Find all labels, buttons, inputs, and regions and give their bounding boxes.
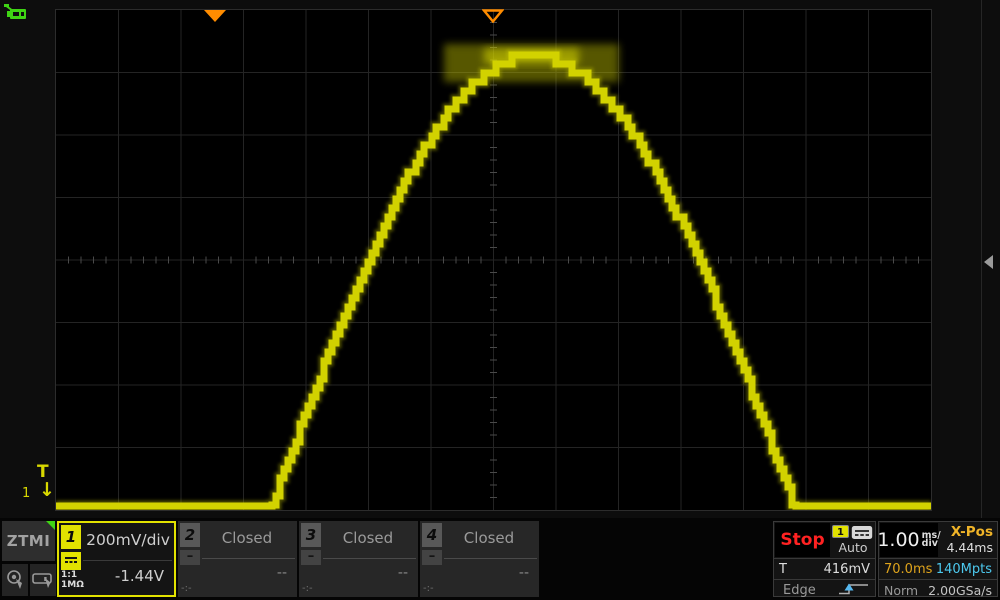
- sample-info-row[interactable]: Norm 2.00GSa/s: [879, 579, 997, 597]
- channel-3-status: Closed: [323, 529, 413, 547]
- divider: [202, 558, 295, 559]
- channel-1-probe-ratio: 1:1: [61, 570, 84, 580]
- trigger-position-marker-icon[interactable]: [204, 10, 226, 22]
- trigger-status-box: Stop 1 Auto T 416mV Edge: [773, 521, 876, 597]
- channel-4-badge: 4: [422, 523, 442, 547]
- rising-edge-icon: [838, 582, 870, 596]
- sample-rate: 2.00GSa/s: [928, 583, 992, 598]
- channel-2-value: --: [277, 565, 287, 581]
- channel-1-offset: -1.44V: [115, 567, 164, 585]
- channel-2-coupling-badge: –: [180, 550, 200, 565]
- xpos-value: 4.44ms: [939, 540, 997, 555]
- horizontal-position[interactable]: X-Pos 4.44ms: [939, 523, 997, 557]
- touch-menu-button[interactable]: [30, 564, 56, 596]
- status-bar: ZTMI 1: [0, 518, 1000, 600]
- xpos-label: X-Pos: [939, 523, 997, 540]
- channel1-position-marker[interactable]: 1: [22, 486, 30, 501]
- graticule: [56, 10, 931, 510]
- trigger-sweep-mode[interactable]: Auto: [830, 540, 876, 555]
- divider: [323, 558, 416, 559]
- memory-depth: 140Mpts: [936, 562, 992, 577]
- trigger-coupling-dc-icon: [851, 525, 873, 540]
- trigger-level-label: T: [779, 562, 787, 577]
- display-frame: T ↓ 1: [0, 0, 1000, 518]
- channel-4-value: --: [519, 565, 529, 581]
- logo-corner-badge: [46, 521, 55, 530]
- divider: [83, 560, 172, 561]
- channel-1-impedance: 1MΩ: [61, 580, 84, 590]
- channel-2-status: Closed: [202, 529, 292, 547]
- timebase-unit-bottom: div: [922, 538, 938, 549]
- waveform-display: [55, 9, 932, 511]
- channel-4-extra: -:-: [423, 583, 434, 594]
- channel-2-box[interactable]: 2 – Closed -- -:-: [178, 521, 297, 597]
- channel-4-box[interactable]: 4 – Closed -- -:-: [420, 521, 539, 597]
- capture-info-row[interactable]: 70.0ms 140Mpts: [879, 558, 997, 579]
- timebase-button[interactable]: 1.00 ms/ div: [880, 523, 938, 557]
- trigger-type-row[interactable]: Edge: [774, 579, 875, 597]
- channel-2-badge: 2: [180, 523, 200, 547]
- acquisition-mode: Norm: [884, 583, 918, 598]
- run-state-button[interactable]: Stop: [775, 523, 830, 557]
- trigger-level-row[interactable]: T 416mV: [774, 558, 875, 579]
- trigger-level-value: 416mV: [824, 562, 870, 577]
- channel-1-scale: 200mV/div: [83, 531, 173, 549]
- trigger-source-channel-badge: 1: [832, 525, 849, 538]
- gesture-lock-button[interactable]: [2, 564, 28, 596]
- channel-3-value: --: [398, 565, 408, 581]
- channel-1-coupling-dc-icon: [61, 552, 81, 570]
- divider: [444, 558, 537, 559]
- timebase-value: 1.00: [877, 529, 919, 551]
- channel-1-badge: 1: [61, 525, 81, 549]
- trigger-source[interactable]: 1: [832, 525, 874, 540]
- acquisition-box: 1.00 ms/ div X-Pos 4.44ms 70.0ms 140Mpts…: [878, 521, 998, 597]
- offscreen-arrow-icon: ↓: [39, 479, 55, 501]
- delay-reference-marker-icon[interactable]: [482, 9, 504, 23]
- oscilloscope-screen: T ↓ 1 ZTMI 1: [0, 0, 1000, 600]
- trigger-type-label: Edge: [783, 583, 816, 598]
- channel-3-badge: 3: [301, 523, 321, 547]
- brand-logo: ZTMI: [2, 521, 55, 561]
- channel-4-coupling-badge: –: [422, 550, 442, 565]
- menu-pullout-handle-icon[interactable]: [984, 255, 993, 269]
- channel-3-coupling-badge: –: [301, 550, 321, 565]
- camera-icon[interactable]: [3, 2, 31, 24]
- capture-duration: 70.0ms: [884, 562, 932, 577]
- menu-edge-divider: [981, 0, 982, 518]
- brand-logo-text: ZTMI: [7, 532, 51, 550]
- channel-4-status: Closed: [444, 529, 534, 547]
- channel-1-box[interactable]: 1 200mV/div -1.44V 1:1 1MΩ: [57, 521, 176, 597]
- channel-3-box[interactable]: 3 – Closed -- -:-: [299, 521, 418, 597]
- channel-2-extra: -:-: [181, 583, 192, 594]
- channel-3-extra: -:-: [302, 583, 313, 594]
- run-state-label: Stop: [780, 530, 824, 550]
